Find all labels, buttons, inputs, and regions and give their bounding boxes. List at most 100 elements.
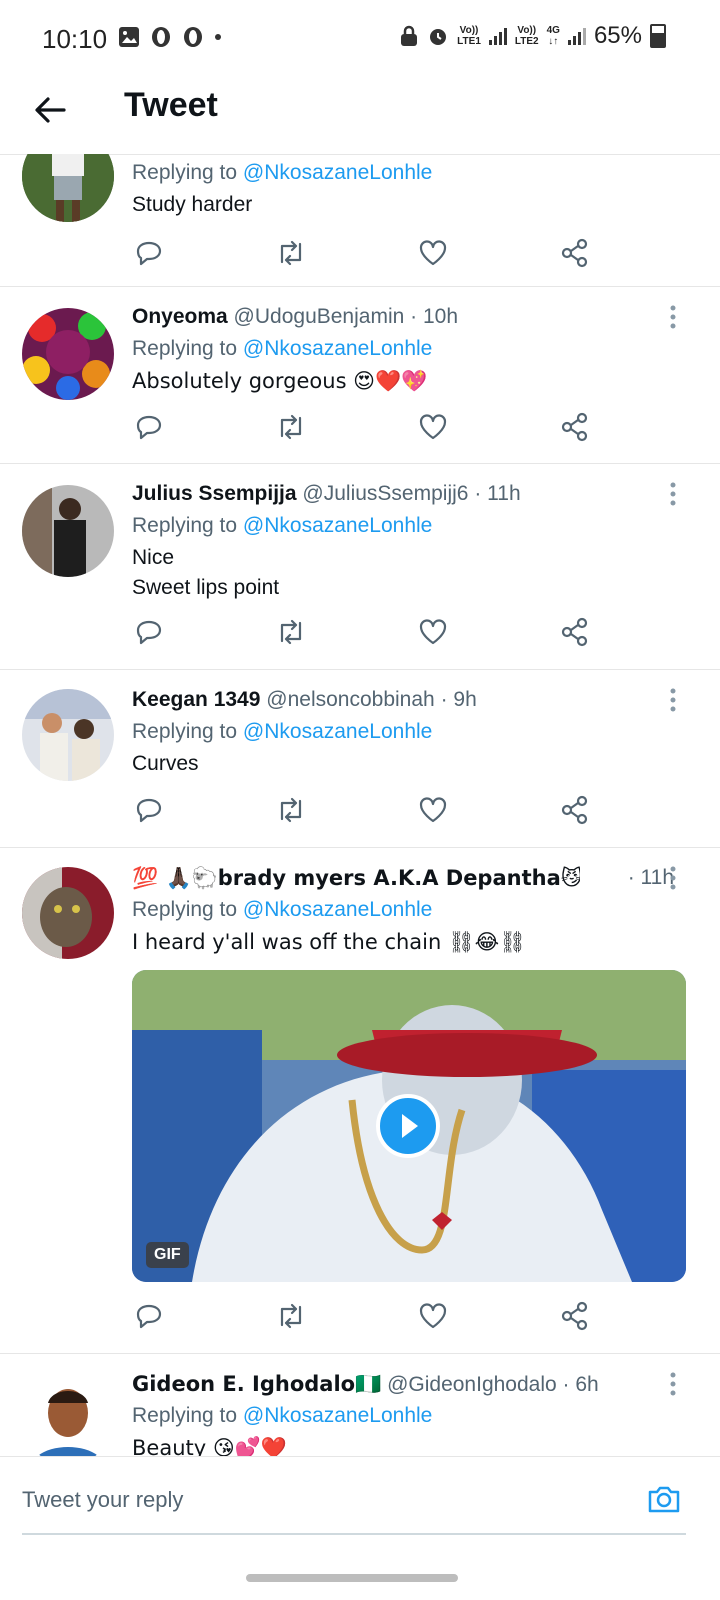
more-icon[interactable]	[668, 304, 678, 330]
avatar[interactable]	[22, 154, 114, 222]
page-title: Tweet	[124, 86, 218, 124]
display-name[interactable]: Onyeoma	[132, 305, 228, 328]
tweet-header: Onyeoma @UdoguBenjamin · 10h	[132, 302, 690, 332]
retweet-icon[interactable]	[274, 410, 308, 444]
signal-bars-2-icon	[567, 27, 586, 45]
display-name[interactable]: Keegan 1349	[132, 688, 260, 711]
avatar[interactable]	[22, 308, 114, 400]
tweet-header: Gideon E. Ighodalo🇳🇬 @GideonIghodalo · 6…	[132, 1369, 690, 1399]
retweet-icon[interactable]	[274, 793, 308, 827]
reply-icon[interactable]	[132, 793, 166, 827]
gesture-nav-bar[interactable]	[246, 1574, 458, 1582]
mention-link[interactable]: @NkosazaneLonhle	[243, 898, 432, 921]
alarm-icon	[430, 29, 447, 45]
retweet-icon[interactable]	[274, 1299, 308, 1333]
tweet-text: Study harder	[132, 193, 253, 216]
user-handle[interactable]: @UdoguBenjamin	[234, 305, 405, 328]
avatar-photo	[22, 485, 114, 577]
tweet-item[interactable]: Onyeoma @UdoguBenjamin · 10h Replying to…	[0, 286, 720, 464]
battery-icon	[650, 24, 666, 48]
share-icon[interactable]	[558, 793, 592, 827]
share-icon[interactable]	[558, 1299, 592, 1333]
status-notification-icons	[118, 26, 222, 48]
back-arrow-icon[interactable]	[30, 90, 70, 130]
user-handle[interactable]: @GideonIghodalo	[387, 1373, 557, 1396]
dot-icon	[215, 34, 221, 40]
tweet-header: 💯 🙏🏿🐑brady myers A.K.A Depantha😼♠️... · …	[132, 863, 690, 893]
replying-to: Replying to @NkosazaneLonhle	[132, 1404, 433, 1427]
opera-icon-2	[184, 27, 202, 47]
avatar[interactable]	[22, 689, 114, 781]
like-icon[interactable]	[416, 1299, 450, 1333]
replying-to: Replying to @NkosazaneLonhle	[132, 514, 433, 537]
more-icon[interactable]	[668, 1371, 678, 1397]
avatar-photo	[22, 867, 114, 959]
tweet-item[interactable]: Julius Ssempijja @JuliusSsempijj6 · 11h …	[0, 463, 720, 670]
opera-icon	[152, 27, 170, 47]
tweet-text: Beauty 😘💕❤️	[132, 1436, 288, 1456]
tweet-text: Absolutely gorgeous 😍❤️💖	[132, 369, 428, 393]
share-icon[interactable]	[558, 615, 592, 649]
reply-icon[interactable]	[132, 615, 166, 649]
like-icon[interactable]	[416, 615, 450, 649]
like-icon[interactable]	[416, 236, 450, 270]
user-handle[interactable]: @nelsoncobbinah	[266, 688, 434, 711]
network-lte1: Vo)) LTE1	[457, 25, 481, 47]
tweet-item[interactable]: Keegan 1349 @nelsoncobbinah · 9h Replyin…	[0, 669, 720, 848]
avatar[interactable]	[22, 485, 114, 577]
user-handle[interactable]: @JuliusSsempijj6	[302, 482, 468, 505]
tweet-text: Nice Sweet lips point	[132, 546, 280, 599]
replying-to: Replying to @NkosazaneLonhle	[132, 898, 433, 921]
tweet-time: · 10h	[410, 305, 459, 328]
reply-icon[interactable]	[132, 236, 166, 270]
share-icon[interactable]	[558, 236, 592, 270]
more-icon[interactable]	[668, 865, 678, 891]
mention-link[interactable]: @NkosazaneLonhle	[243, 161, 432, 184]
avatar-photo	[22, 689, 114, 781]
status-time: 10:10	[42, 24, 108, 54]
like-icon[interactable]	[416, 793, 450, 827]
tweet-time: · 9h	[440, 688, 477, 711]
replying-to: Replying to @NkosazaneLonhle	[132, 337, 433, 360]
tweet-text: Curves	[132, 752, 199, 775]
more-icon[interactable]	[668, 481, 678, 507]
reply-icon[interactable]	[132, 1299, 166, 1333]
retweet-icon[interactable]	[274, 615, 308, 649]
display-name[interactable]: 💯 🙏🏿🐑brady myers A.K.A Depantha😼♠️...	[132, 863, 580, 893]
reply-input[interactable]: Tweet your reply	[22, 1487, 183, 1513]
tweet-item[interactable]: 💯 🙏🏿🐑brady myers A.K.A Depantha😼♠️... · …	[0, 847, 720, 1354]
reply-compose-bar: Tweet your reply	[0, 1456, 720, 1547]
avatar-photo	[22, 1373, 114, 1456]
more-icon[interactable]	[668, 687, 678, 713]
network-lte2: Vo)) LTE2	[514, 25, 539, 47]
avatar[interactable]	[22, 867, 114, 959]
tweet-actions	[132, 236, 592, 270]
tweet-item[interactable]: Replying to @NkosazaneLonhle Study harde…	[0, 154, 720, 287]
display-name[interactable]: Gideon E. Ighodalo🇳🇬	[132, 1372, 381, 1396]
like-icon[interactable]	[416, 410, 450, 444]
replies-feed[interactable]: Replying to @NkosazaneLonhle Study harde…	[0, 154, 720, 1456]
battery-percent: 65%	[593, 22, 642, 49]
display-name[interactable]: Julius Ssempijja	[132, 482, 297, 505]
status-system-icons: Vo)) LTE1 Vo)) LTE2 4G ↓↑ 65%	[399, 22, 666, 50]
retweet-icon[interactable]	[274, 236, 308, 270]
mention-link[interactable]: @NkosazaneLonhle	[243, 1404, 432, 1427]
play-button[interactable]	[376, 1094, 440, 1158]
tweet-actions	[132, 1299, 592, 1333]
gif-media[interactable]: GIF	[132, 970, 686, 1282]
tweet-actions	[132, 793, 592, 827]
input-underline	[22, 1533, 686, 1535]
mention-link[interactable]: @NkosazaneLonhle	[243, 720, 432, 743]
gallery-icon	[119, 27, 139, 47]
tweet-item[interactable]: Gideon E. Ighodalo🇳🇬 @GideonIghodalo · 6…	[0, 1353, 720, 1456]
avatar-photo	[22, 308, 114, 400]
share-icon[interactable]	[558, 410, 592, 444]
tweet-header: Keegan 1349 @nelsoncobbinah · 9h	[132, 685, 690, 715]
play-icon	[402, 1114, 418, 1138]
mention-link[interactable]: @NkosazaneLonhle	[243, 514, 432, 537]
mention-link[interactable]: @NkosazaneLonhle	[243, 337, 432, 360]
reply-icon[interactable]	[132, 410, 166, 444]
avatar[interactable]	[22, 1373, 114, 1456]
tweet-time: · 11h	[474, 482, 521, 505]
camera-icon[interactable]	[646, 1481, 682, 1517]
